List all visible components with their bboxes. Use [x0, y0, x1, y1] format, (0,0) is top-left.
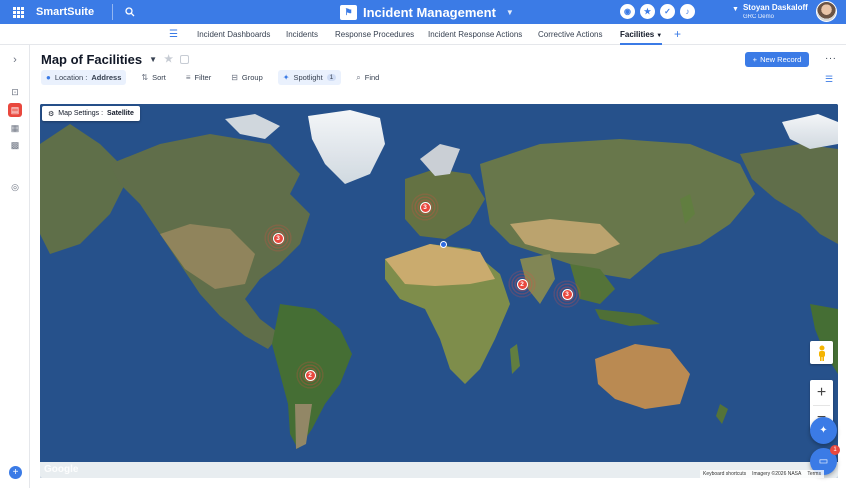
left-rail: › ⊡ ▤ ▦ ▩ ◎ + — [0, 45, 30, 488]
add-view-button[interactable]: + — [9, 466, 22, 479]
tab-response-procedures[interactable]: Response Procedures — [335, 30, 414, 39]
user-menu[interactable]: ▼ Stoyan Daskaloff GRC Demo — [732, 3, 808, 21]
user-org: GRC Demo — [742, 14, 774, 20]
card-view-icon[interactable]: ▩ — [9, 139, 21, 151]
spotlight-label: Spotlight — [293, 73, 323, 82]
sparkle-icon: ✦ — [819, 425, 828, 436]
solution-logo-icon: ⚑ — [340, 4, 357, 20]
filter-label: Filter — [194, 73, 212, 82]
cluster-count: 3 — [561, 288, 573, 300]
group-label: Group — [241, 73, 263, 82]
new-record-label: New Record — [760, 55, 802, 64]
chat-bubble-icon: ▭ — [818, 456, 829, 467]
more-options-icon[interactable]: ··· — [825, 53, 837, 64]
share-icon[interactable] — [180, 55, 190, 64]
tab-facilities-label: Facilities — [620, 30, 655, 39]
solution-title: Incident Management — [363, 4, 496, 20]
check-icon[interactable]: ✓ — [660, 4, 675, 19]
tab-facilities[interactable]: Facilities ▼ — [620, 30, 663, 45]
solution-switcher[interactable]: ⚑ Incident Management ▼ — [340, 0, 514, 24]
satellite-world-map — [40, 104, 838, 478]
imagery-credit: Imagery ©2026 NASA — [752, 471, 802, 477]
marker-cluster[interactable]: 3 — [264, 224, 292, 252]
marker-cluster[interactable]: 2 — [296, 361, 324, 389]
sort-label: Sort — [152, 73, 166, 82]
terms-link[interactable]: Terms — [807, 471, 821, 477]
tab-bar: ☰ Incident Dashboards Incidents Response… — [0, 24, 846, 45]
plus-icon: + — [752, 55, 758, 64]
location-field-selector[interactable]: ● Location : Address — [41, 70, 127, 85]
marker-cluster[interactable]: 3 — [553, 280, 581, 308]
location-pin-icon: ● — [46, 73, 51, 82]
gear-icon: ⚙ — [48, 110, 55, 118]
divider — [112, 4, 114, 20]
settings-icon[interactable]: ◎ — [9, 181, 21, 193]
find-label: Find — [364, 73, 380, 82]
hamburger-menu-icon[interactable]: ☰ — [169, 29, 178, 40]
map-settings-value: Satellite — [107, 110, 134, 117]
row-height-icon[interactable]: ☰ — [825, 74, 833, 85]
table-view-icon[interactable]: ▦ — [9, 122, 21, 134]
street-view-pegman-icon[interactable] — [810, 341, 833, 364]
add-table-icon[interactable]: + — [674, 27, 681, 41]
tab-incidents[interactable]: Incidents — [286, 30, 318, 39]
keyboard-shortcuts-link[interactable]: Keyboard shortcuts — [703, 471, 746, 477]
user-name: Stoyan Daskaloff — [742, 3, 808, 12]
page-title: Map of Facilities — [41, 52, 143, 67]
bell-icon[interactable]: ♪ — [680, 4, 695, 19]
chevron-down-icon: ▼ — [656, 33, 663, 39]
group-icon: ⊟ — [231, 73, 238, 82]
grid-view-icon[interactable]: ⊡ — [9, 86, 21, 98]
map-attribution: Keyboard shortcuts Imagery ©2026 NASA Te… — [700, 470, 824, 478]
ai-assistant-button[interactable]: ✦ — [810, 417, 837, 444]
zoom-in-button[interactable]: + — [810, 381, 833, 405]
map-canvas[interactable] — [40, 104, 838, 478]
brand-name[interactable]: SmartSuite — [36, 6, 94, 18]
map-view-icon[interactable]: ▤ — [8, 103, 22, 117]
tab-incident-dashboards[interactable]: Incident Dashboards — [197, 30, 270, 39]
search-icon: ⌕ — [356, 72, 361, 82]
cluster-count: 2 — [516, 278, 528, 290]
filter-button[interactable]: ≡ Filter — [181, 70, 216, 85]
apps-grid-icon[interactable] — [6, 0, 30, 24]
sort-button[interactable]: ⇅ Sort — [136, 70, 170, 85]
star-icon[interactable]: ★ — [640, 4, 655, 19]
filter-icon: ≡ — [185, 73, 191, 82]
tab-corrective-actions[interactable]: Corrective Actions — [538, 30, 602, 39]
tab-incident-response-actions[interactable]: Incident Response Actions — [428, 30, 522, 39]
location-value: Address — [91, 73, 122, 82]
cluster-count: 3 — [272, 232, 284, 244]
marker-cluster[interactable]: 2 — [508, 270, 536, 298]
spotlight-count-badge: 1 — [326, 74, 337, 81]
top-icons: ◉ ★ ✓ ♪ — [620, 4, 695, 19]
find-button[interactable]: ⌕ Find — [351, 70, 384, 85]
spotlight-icon: ✦ — [282, 73, 290, 82]
favorite-star-icon[interactable]: ★ — [164, 54, 173, 65]
spotlight-button[interactable]: ✦ Spotlight 1 — [277, 70, 342, 85]
view-toolbar: ● Location : Address ⇅ Sort ≡ Filter ⊟ G… — [41, 70, 384, 85]
view-header: Map of Facilities ▼ ★ — [41, 52, 190, 67]
chat-icon[interactable]: ◉ — [620, 4, 635, 19]
map-settings-label: Map Settings : — [58, 110, 104, 117]
chevron-down-icon: ▼ — [505, 7, 514, 17]
chevron-down-icon[interactable]: ▼ — [149, 55, 157, 64]
marker-cluster[interactable]: 3 — [411, 193, 439, 221]
map-location-pin[interactable] — [440, 241, 447, 248]
collapse-chevron-icon[interactable]: › — [9, 54, 21, 66]
avatar[interactable] — [816, 1, 837, 22]
cluster-count: 3 — [419, 201, 431, 213]
cluster-count: 2 — [304, 369, 316, 381]
chat-unread-badge: 1 — [830, 445, 840, 455]
chevron-down-icon: ▼ — [732, 6, 739, 13]
sort-icon: ⇅ — [141, 73, 149, 82]
location-label: Location : — [54, 73, 88, 82]
map-settings-button[interactable]: ⚙ Map Settings : Satellite — [42, 106, 140, 121]
group-button[interactable]: ⊟ Group — [226, 70, 268, 85]
google-logo: Google — [44, 464, 79, 475]
search-icon[interactable] — [125, 7, 135, 17]
new-record-button[interactable]: + New Record — [745, 52, 809, 67]
